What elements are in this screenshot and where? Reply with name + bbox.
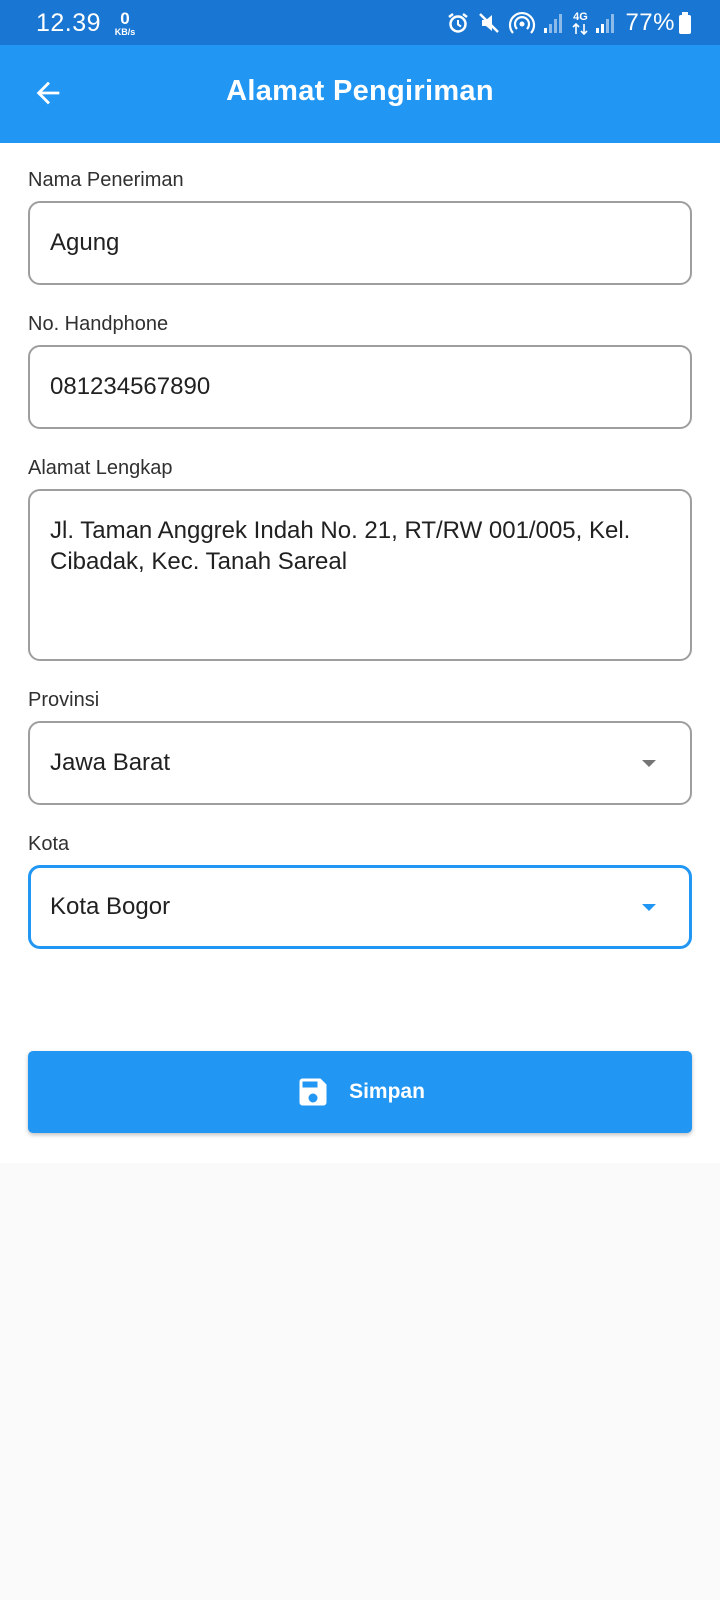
provinsi-dropdown[interactable]: Jawa Barat — [28, 721, 692, 805]
signal-icon — [595, 12, 617, 34]
dropdown-arrow-icon — [642, 904, 656, 911]
provinsi-value: Jawa Barat — [50, 749, 171, 776]
alamat-value: Jl. Taman Anggrek Indah No. 21, RT/RW 00… — [50, 517, 631, 575]
kota-label: Kota — [28, 833, 70, 855]
battery-icon — [678, 11, 692, 35]
status-icons: 4G 77% — [439, 9, 692, 36]
hotspot-icon — [508, 10, 536, 36]
app-bar: Alamat Pengiriman — [0, 45, 720, 143]
page-title: Alamat Pengiriman — [226, 75, 494, 107]
network-speed-unit: KB/s — [114, 27, 136, 37]
alamat-label: Alamat Lengkap — [28, 457, 173, 479]
save-icon — [299, 1078, 327, 1106]
save-button[interactable]: Simpan — [28, 1051, 692, 1133]
phone-value: 081234567890 — [50, 373, 211, 400]
mute-icon — [477, 11, 501, 35]
kota-value: Kota Bogor — [50, 893, 171, 920]
alarm-icon — [446, 11, 470, 35]
status-time: 12.39 — [36, 9, 102, 37]
save-button-label: Simpan — [349, 1080, 425, 1103]
phone-field[interactable]: 081234567890 — [28, 345, 692, 429]
provinsi-label: Provinsi — [28, 689, 100, 711]
nama-field[interactable]: Agung — [28, 201, 692, 285]
alamat-field[interactable]: Jl. Taman Anggrek Indah No. 21, RT/RW 00… — [28, 489, 692, 661]
data-arrows-icon: 4G — [572, 10, 589, 35]
kota-dropdown[interactable]: Kota Bogor — [28, 865, 692, 949]
dropdown-arrow-icon — [642, 760, 656, 767]
address-form: Nama Peneriman Agung No. Handphone 08123… — [0, 143, 720, 1163]
phone-label: No. Handphone — [28, 313, 169, 335]
status-bar: 12.39 0 KB/s 4G 77% — [0, 0, 720, 45]
nama-label: Nama Peneriman — [28, 169, 184, 191]
battery-percent: 77% — [625, 9, 675, 36]
nama-value: Agung — [50, 229, 120, 256]
network-speed: 0 KB/s — [110, 10, 140, 37]
network-speed-value: 0 — [120, 9, 130, 28]
network-type: 4G — [573, 10, 588, 23]
signal-icon — [543, 12, 565, 34]
